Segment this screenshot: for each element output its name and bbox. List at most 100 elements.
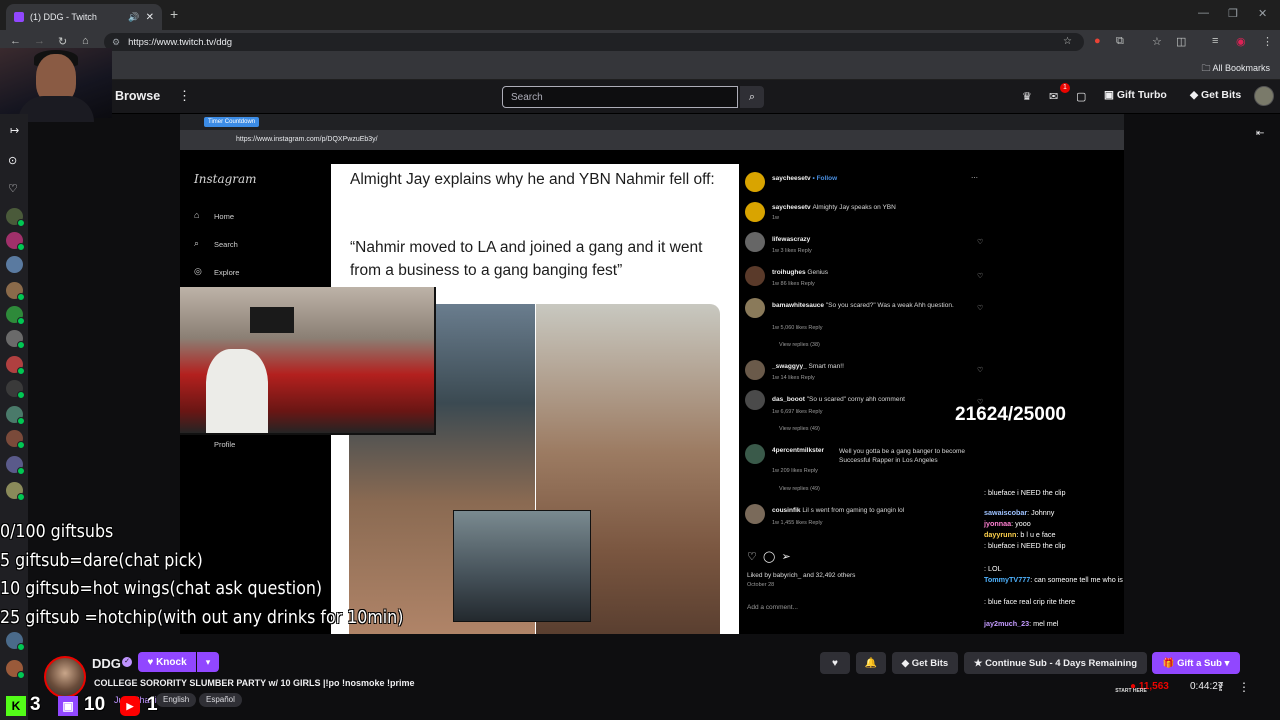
forward-icon[interactable]: → — [34, 35, 45, 47]
recommended-icon[interactable]: ⊙ — [8, 154, 17, 167]
collapse-sidebar-icon[interactable]: ↦ — [10, 124, 19, 137]
comment-avatar — [745, 360, 765, 380]
window-close-icon[interactable]: ✕ — [1258, 7, 1267, 20]
prime-crown-icon[interactable]: ♛ — [1022, 90, 1032, 103]
tag-espanol[interactable]: Español — [199, 693, 242, 707]
sidebar-channel[interactable] — [6, 632, 25, 651]
gift-sub-button[interactable]: 🎁 Gift a Sub ▾ — [1152, 652, 1240, 674]
sidebar-channel[interactable] — [6, 306, 25, 325]
bookmark-manager-icon[interactable]: ☆ — [1152, 35, 1162, 48]
sidebar-channel[interactable] — [6, 282, 25, 301]
chat-message: : blueface i NEED the clip — [984, 488, 1066, 497]
tab-audio-icon[interactable]: 🔊 — [128, 12, 139, 23]
bookmark-star-icon[interactable]: ☆ — [1063, 36, 1072, 47]
browse-link[interactable]: Browse — [115, 89, 160, 103]
search-input[interactable] — [502, 86, 738, 108]
comment-text: Smart man!! — [808, 363, 844, 370]
comment-avatar — [745, 504, 765, 524]
knock-dropdown-icon[interactable]: ▾ — [197, 652, 219, 672]
sidebar-channel[interactable] — [6, 430, 25, 449]
explore-icon: ◎ — [194, 266, 202, 276]
sidebar-channel[interactable] — [6, 456, 25, 475]
continue-sub-button[interactable]: ★ Continue Sub - 4 Days Remaining — [964, 652, 1147, 674]
back-icon[interactable]: ← — [10, 35, 21, 47]
platform-viewer-counters: K 3 ▣ 10 ▶ 1 — [0, 692, 180, 720]
follow-heart-button[interactable]: ♥ — [820, 652, 850, 674]
home-icon[interactable]: ⌂ — [82, 35, 89, 47]
bits-icon: ◆ — [1190, 89, 1199, 101]
share-icon[interactable]: ⇪ — [1216, 681, 1225, 694]
minimize-icon[interactable]: — — [1198, 7, 1209, 19]
all-bookmarks-button[interactable]: 🗀 All Bookmarks — [1201, 61, 1270, 77]
chat-message: TommyTV777: can someone tell me who is i… — [984, 575, 1124, 584]
reload-icon[interactable]: ↻ — [58, 35, 67, 48]
expand-chat-icon[interactable]: ⇤ — [1256, 128, 1264, 139]
twitch-favicon-icon — [14, 12, 24, 22]
comment-meta: 1w 209 likes Reply — [772, 468, 818, 474]
channel-name[interactable]: DDG — [92, 656, 121, 671]
maximize-icon[interactable]: ❐ — [1228, 7, 1238, 20]
get-bits-label: Get Bits — [1201, 89, 1242, 101]
sidebar-channel[interactable] — [6, 330, 25, 349]
profile-icon[interactable]: ◉ — [1236, 35, 1246, 48]
view-replies-link: View replies (49) — [779, 426, 820, 432]
side-panel-icon[interactable]: ◫ — [1176, 35, 1186, 48]
chat-text: : Johnny — [1027, 508, 1055, 517]
browser-tab[interactable]: (1) DDG - Twitch 🔊 ✕ — [6, 4, 162, 30]
knock-label: Knock — [156, 656, 187, 668]
gift-turbo-button[interactable]: ▣ Gift Turbo — [1104, 89, 1167, 101]
knock-button[interactable]: ♥ Knock — [138, 652, 196, 672]
sidebar-channel[interactable] — [6, 482, 25, 501]
chat-user: sawaiscobar — [984, 508, 1028, 517]
sidebar-channel[interactable] — [6, 406, 25, 425]
goal-line: 10 giftsub=hot wings(chat ask question) — [0, 578, 323, 599]
comment-user: _swaggyy_ — [772, 363, 807, 370]
chat-text: : yooo — [1011, 519, 1031, 528]
search-button[interactable]: ⌕ — [740, 86, 764, 108]
inbox-icon[interactable]: ✉ — [1049, 90, 1058, 103]
sidebar-channel[interactable] — [6, 660, 25, 679]
get-bits-button[interactable]: ◆ Get Bits — [1190, 89, 1241, 101]
comment-avatar — [745, 298, 765, 318]
tab-search-icon[interactable]: ≡ — [1212, 35, 1218, 47]
comment-text: Well you gotta be a gang banger to becom… — [839, 448, 965, 464]
notifications-bell-button[interactable]: 🔔 — [856, 652, 886, 674]
comment-user: saycheesetv — [772, 204, 811, 211]
sidebar-channel[interactable] — [6, 256, 23, 273]
followed-heart-icon[interactable]: ♡ — [8, 182, 18, 195]
twitch-top-nav: Browse ⋮ ⌕ ♛ ✉ 1 ▢ ▣ Gift Turbo ◆ Get Bi… — [0, 80, 1280, 114]
comment-meta: 1w 6,697 likes Reply — [772, 409, 823, 415]
address-bar-url: https://www.twitch.tv/ddg — [128, 36, 233, 48]
address-bar[interactable]: ⚙ https://www.twitch.tv/ddg ☆ — [104, 33, 1084, 51]
follow-link: • Follow — [812, 175, 838, 182]
live-dot — [17, 293, 25, 301]
new-tab-button[interactable]: + — [170, 6, 178, 22]
more-options-icon[interactable]: ⋮ — [1238, 680, 1250, 694]
live-dot — [17, 243, 25, 251]
tab-close-icon[interactable]: ✕ — [146, 12, 154, 23]
post-headline: Almight Jay explains why he and YBN Nahm… — [350, 171, 715, 188]
chrome-menu-icon[interactable]: ⋮ — [1262, 35, 1273, 48]
instagram-comments: saycheesetv • Follow ⋯ saycheesetv Almig… — [739, 164, 991, 634]
chat-user: dayyrunn — [984, 530, 1017, 539]
user-avatar[interactable] — [1254, 86, 1274, 106]
chat-message: dayyrunn: b l u e face — [984, 530, 1056, 539]
sidebar-channel[interactable] — [6, 356, 25, 375]
youtube-icon: ▶ — [120, 696, 140, 716]
comment: _swaggyy_ Smart man!! — [772, 363, 844, 370]
site-info-icon[interactable]: ⚙ — [112, 37, 120, 48]
extensions-puzzle-icon[interactable]: ⧉ — [1116, 35, 1124, 48]
more-menu-icon[interactable]: ⋮ — [178, 88, 191, 104]
sidebar-channel[interactable] — [6, 208, 25, 227]
live-dot — [17, 219, 25, 227]
comment-avatar — [745, 202, 765, 222]
star-icon: ★ — [973, 657, 983, 669]
comment-user: 4percentmilkster — [772, 447, 825, 454]
whispers-icon[interactable]: ▢ — [1076, 90, 1086, 103]
get-bits-channel-button[interactable]: ◆ Get Bits — [892, 652, 958, 674]
extension-icon[interactable]: ● — [1094, 35, 1101, 47]
sidebar-channel[interactable] — [6, 232, 25, 251]
chat-text: : blueface i NEED the clip — [984, 488, 1066, 497]
goal-line: 25 giftsub =hotchip(with out any drinks … — [0, 606, 404, 628]
sidebar-channel[interactable] — [6, 380, 25, 399]
